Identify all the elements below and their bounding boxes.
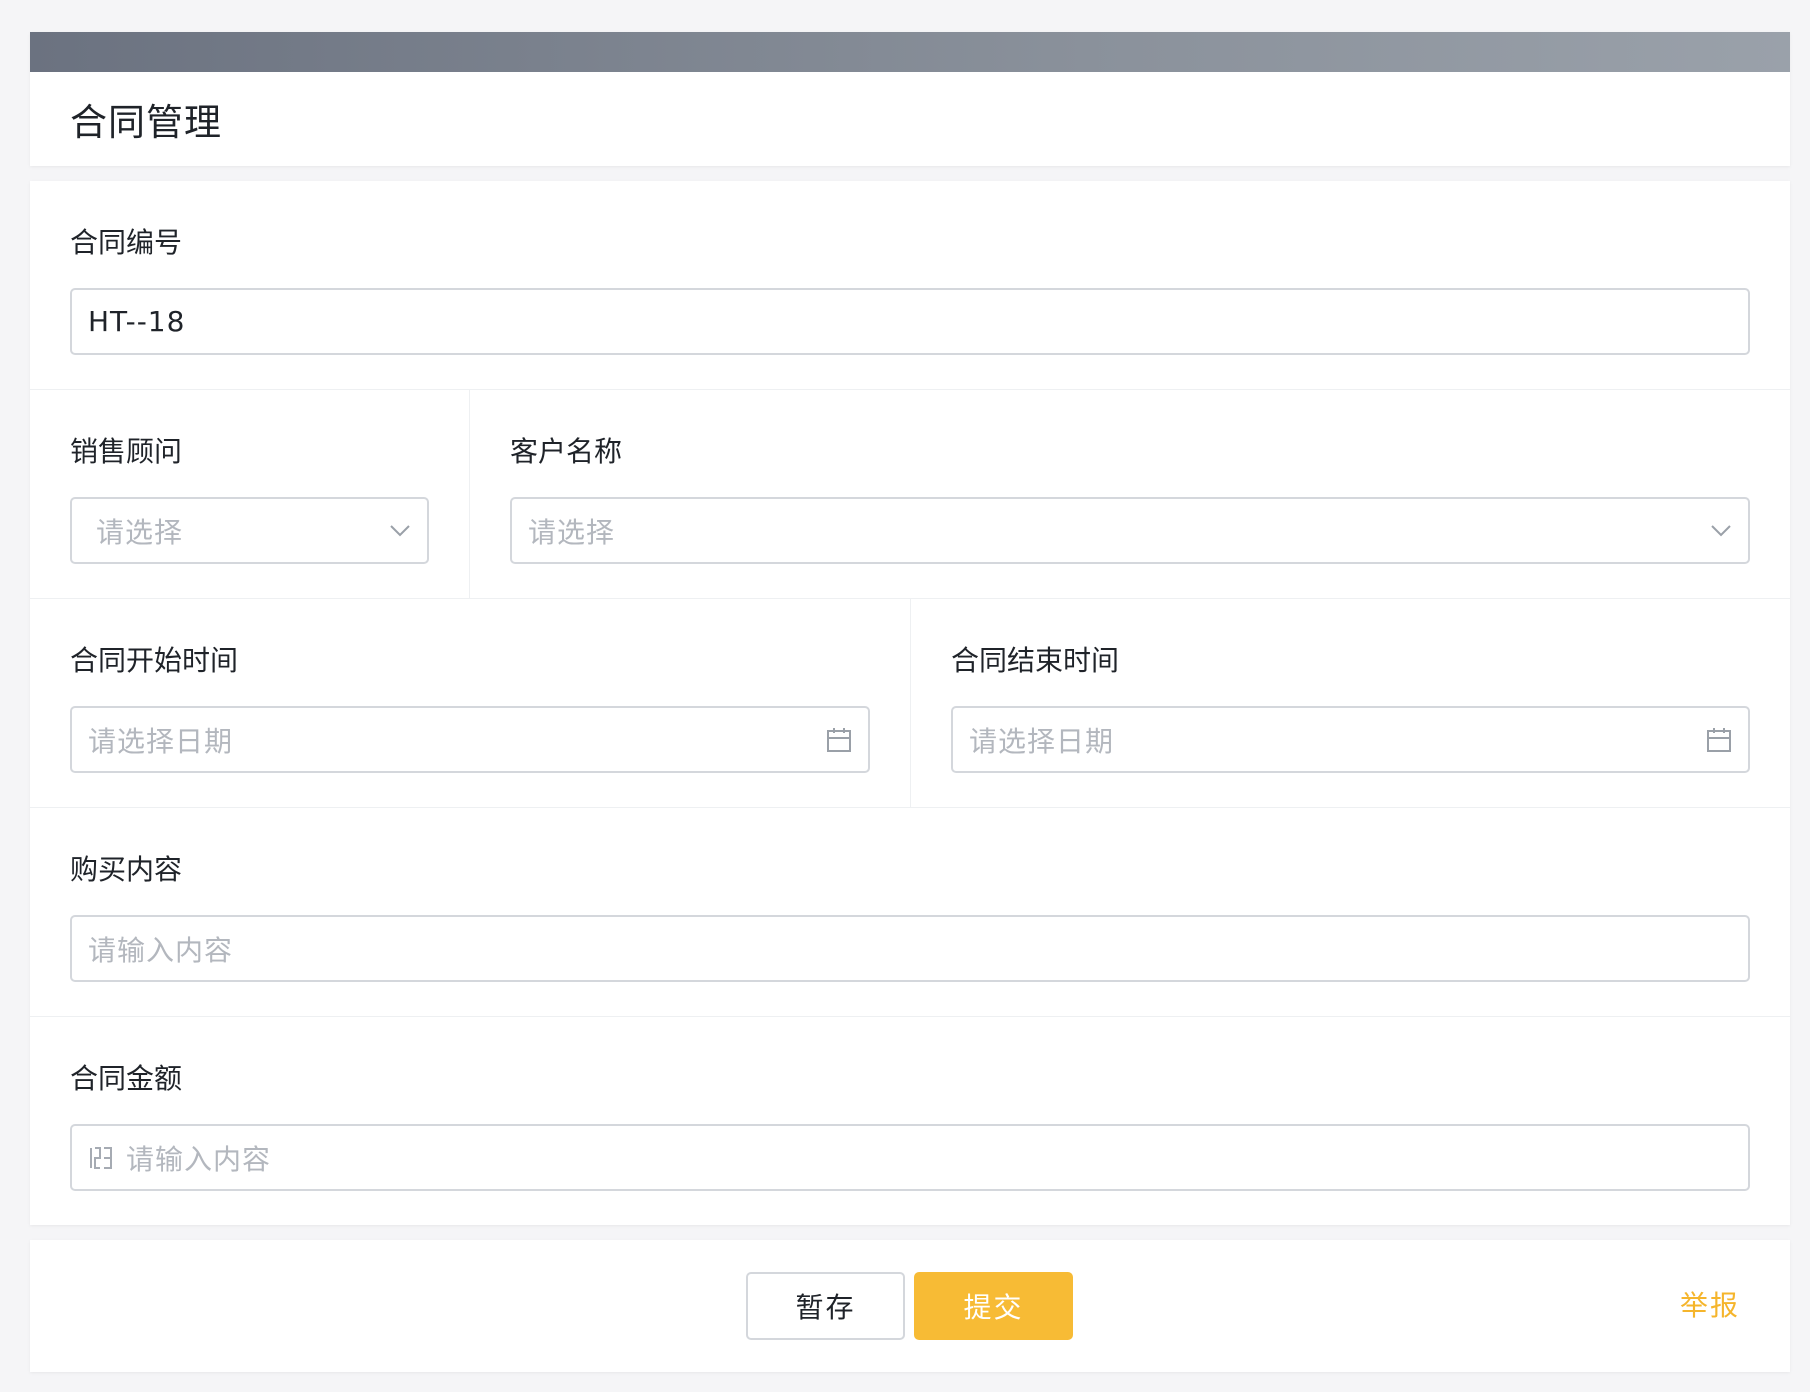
chevron-down-icon xyxy=(389,524,411,538)
form-row-dates: 合同开始时间 请选择日期 合同结束时间 请选择日期 xyxy=(30,599,1790,808)
end-date-label: 合同结束时间 xyxy=(951,644,1120,677)
save-draft-button[interactable]: 暂存 xyxy=(746,1272,905,1340)
calendar-icon xyxy=(826,727,852,753)
start-date-picker[interactable]: 请选择日期 xyxy=(70,706,870,773)
header-card: 合同管理 xyxy=(30,32,1790,166)
form-row-purchase-content: 购买内容 请输入内容 xyxy=(30,808,1790,1017)
page: 合同管理 合同编号 HT--18 销售顾问 请选择 客户名称 请选择 合同开始时… xyxy=(30,32,1790,1372)
page-title: 合同管理 xyxy=(70,101,222,144)
sales-consultant-placeholder: 请选择 xyxy=(96,515,184,549)
start-date-placeholder: 请选择日期 xyxy=(88,724,234,758)
field-purchase-content: 购买内容 请输入内容 xyxy=(30,808,1790,1016)
start-date-label: 合同开始时间 xyxy=(70,644,239,677)
submit-button[interactable]: 提交 xyxy=(914,1272,1073,1340)
number-icon xyxy=(88,1145,114,1171)
contract-amount-label: 合同金额 xyxy=(70,1062,183,1095)
field-customer-name: 客户名称 请选择 xyxy=(469,390,1790,598)
customer-name-placeholder: 请选择 xyxy=(528,515,616,549)
contract-no-label: 合同编号 xyxy=(70,226,183,259)
contract-amount-input[interactable]: 请输入内容 xyxy=(70,1124,1750,1191)
contract-form: 合同编号 HT--18 销售顾问 请选择 客户名称 请选择 合同开始时间 请选择… xyxy=(30,181,1790,1225)
field-sales-consultant: 销售顾问 请选择 xyxy=(30,390,469,598)
report-link[interactable]: 举报 xyxy=(1680,1272,1740,1340)
form-row-contract-amount: 合同金额 请输入内容 xyxy=(30,1017,1790,1225)
purchase-content-placeholder: 请输入内容 xyxy=(88,933,234,967)
field-end-date: 合同结束时间 请选择日期 xyxy=(910,599,1790,807)
purchase-content-input[interactable]: 请输入内容 xyxy=(70,915,1750,982)
customer-name-select[interactable]: 请选择 xyxy=(510,497,1750,564)
chevron-down-icon xyxy=(1710,524,1732,538)
contract-no-input[interactable]: HT--18 xyxy=(70,288,1750,355)
header-banner xyxy=(30,32,1790,72)
end-date-picker[interactable]: 请选择日期 xyxy=(951,706,1750,773)
action-bar: 暂存 提交 举报 xyxy=(30,1240,1790,1372)
calendar-icon xyxy=(1706,727,1732,753)
end-date-placeholder: 请选择日期 xyxy=(969,724,1115,758)
customer-name-label: 客户名称 xyxy=(510,435,623,468)
contract-no-value: HT--18 xyxy=(88,305,186,338)
field-start-date: 合同开始时间 请选择日期 xyxy=(30,599,910,807)
contract-amount-placeholder: 请输入内容 xyxy=(126,1142,272,1176)
form-row-people: 销售顾问 请选择 客户名称 请选择 xyxy=(30,390,1790,599)
field-contract-amount: 合同金额 请输入内容 xyxy=(30,1017,1790,1225)
form-row-contract-no: 合同编号 HT--18 xyxy=(30,181,1790,390)
sales-consultant-label: 销售顾问 xyxy=(70,435,183,468)
purchase-content-label: 购买内容 xyxy=(70,853,183,886)
sales-consultant-select[interactable]: 请选择 xyxy=(70,497,429,564)
field-contract-no: 合同编号 HT--18 xyxy=(30,181,1790,389)
